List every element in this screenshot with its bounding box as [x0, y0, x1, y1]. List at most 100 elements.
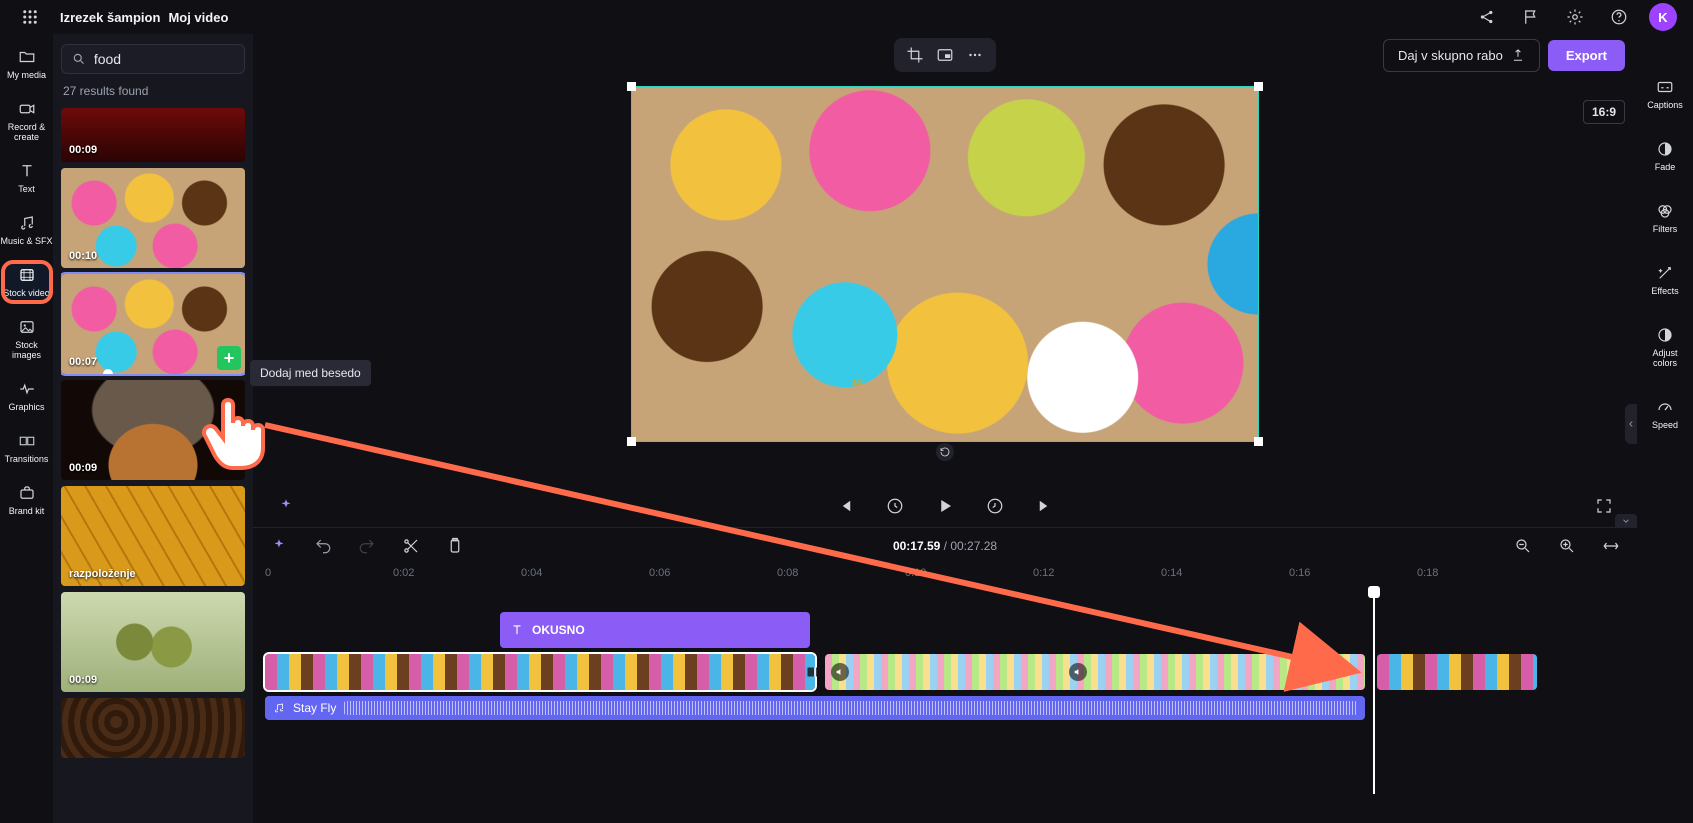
- fit-timeline-button[interactable]: [1597, 532, 1625, 560]
- rail-text[interactable]: Text: [3, 158, 51, 198]
- ellipsis-icon: [966, 46, 984, 64]
- share-link-button[interactable]: [1473, 3, 1501, 31]
- rail-label: Brand kit: [9, 506, 45, 516]
- crop-button[interactable]: [904, 44, 926, 66]
- rail-filters[interactable]: Filters: [1641, 198, 1689, 238]
- fullscreen-button[interactable]: [1591, 493, 1617, 519]
- auto-enhance-button[interactable]: [265, 532, 293, 560]
- avatar[interactable]: K: [1649, 3, 1677, 31]
- timecode-current: 00:17.59: [893, 539, 940, 553]
- zoom-in-button[interactable]: [1553, 532, 1581, 560]
- search-input[interactable]: [94, 51, 234, 67]
- video-clip-2[interactable]: [825, 654, 1365, 690]
- preview-stage[interactable]: ad: [631, 86, 1259, 442]
- text-icon: [18, 162, 36, 180]
- skip-back-icon: [836, 497, 854, 515]
- export-button[interactable]: Export: [1548, 40, 1625, 71]
- settings-button[interactable]: [1561, 3, 1589, 31]
- undo-button[interactable]: [309, 532, 337, 560]
- rail-music-sfx[interactable]: Music & SFX: [3, 210, 51, 250]
- resize-handle-br[interactable]: [1254, 437, 1263, 446]
- rail-effects[interactable]: Effects: [1641, 260, 1689, 300]
- step-back-button[interactable]: [882, 493, 908, 519]
- rail-stock-images[interactable]: Stock images: [3, 314, 51, 364]
- rail-graphics[interactable]: Graphics: [3, 376, 51, 416]
- resize-handle-tr[interactable]: [1254, 82, 1263, 91]
- feedback-button[interactable]: [1517, 3, 1545, 31]
- sparkle-icon: [277, 497, 295, 515]
- collapse-timeline-button[interactable]: [1615, 514, 1637, 528]
- ai-sparkle-button[interactable]: [273, 493, 299, 519]
- search-input-wrapper[interactable]: [61, 44, 245, 74]
- split-button[interactable]: [397, 532, 425, 560]
- trash-button[interactable]: [441, 532, 469, 560]
- more-button[interactable]: [964, 44, 986, 66]
- rail-record-create[interactable]: Record & create: [3, 96, 51, 146]
- add-to-timeline-button[interactable]: +: [217, 346, 241, 370]
- video-clip-1[interactable]: [265, 654, 815, 690]
- skip-end-button[interactable]: [1032, 493, 1058, 519]
- help-button[interactable]: [1605, 3, 1633, 31]
- stock-thumb[interactable]: [61, 698, 245, 758]
- redo-button[interactable]: [353, 532, 381, 560]
- share-button[interactable]: Daj v skupno rabo: [1383, 39, 1540, 72]
- skip-start-button[interactable]: [832, 493, 858, 519]
- stock-thumb[interactable]: 00:10: [61, 168, 245, 268]
- text-clip[interactable]: OKUSNO: [500, 612, 810, 648]
- image-icon: [18, 318, 36, 336]
- mute-chip[interactable]: [1069, 663, 1087, 681]
- ruler-tick: 0:04: [521, 567, 542, 579]
- stock-thumb[interactable]: razpoloženje: [61, 486, 245, 586]
- crop-icon: [906, 46, 924, 64]
- rail-fade[interactable]: Fade: [1641, 136, 1689, 176]
- play-button[interactable]: [932, 493, 958, 519]
- share-nodes-icon: [1478, 8, 1496, 26]
- rail-captions[interactable]: Captions: [1641, 74, 1689, 114]
- rotate-handle[interactable]: [936, 443, 954, 461]
- text-clip-label: OKUSNO: [532, 623, 585, 637]
- rail-label: Effects: [1651, 286, 1678, 296]
- resize-handle-tl[interactable]: [627, 82, 636, 91]
- scrub-knob[interactable]: [103, 369, 113, 374]
- mute-chip[interactable]: [831, 663, 849, 681]
- rail-transitions[interactable]: Transitions: [3, 428, 51, 468]
- step-fwd-button[interactable]: [982, 493, 1008, 519]
- transition-icon: [18, 432, 36, 450]
- app-menu-button[interactable]: [16, 3, 44, 31]
- thumb-duration: 00:09: [69, 462, 97, 474]
- breadcrumb-app[interactable]: Izrezek šampion: [60, 10, 160, 25]
- avatar-initial: K: [1658, 10, 1667, 25]
- rail-brand-kit[interactable]: Brand kit: [3, 480, 51, 520]
- resize-handle-bl[interactable]: [627, 437, 636, 446]
- ruler-tick: 0: [265, 567, 271, 579]
- rail-stock-video[interactable]: Stock video: [3, 262, 51, 302]
- captions-icon: [1656, 78, 1674, 96]
- scissors-icon: [402, 537, 420, 555]
- breadcrumb-project[interactable]: Moj video: [168, 10, 228, 25]
- rail-adjust-colors[interactable]: Adjust colors: [1641, 322, 1689, 372]
- stock-thumb[interactable]: 00:07 +: [61, 274, 245, 374]
- stock-thumb[interactable]: 00:09: [61, 108, 245, 162]
- playback-controls: [253, 485, 1637, 527]
- rail-label: My media: [7, 70, 46, 80]
- timeline: 00:17.59 / 00:27.28 0 0:02 0:04 0:06 0:0…: [253, 527, 1637, 823]
- transition-chip[interactable]: [805, 654, 825, 690]
- pip-button[interactable]: [934, 44, 956, 66]
- collapse-right-rail-button[interactable]: [1625, 404, 1637, 444]
- audio-waveform: [344, 701, 1357, 715]
- rail-speed[interactable]: Speed: [1641, 394, 1689, 434]
- zoom-out-button[interactable]: [1509, 532, 1537, 560]
- rail-label: Fade: [1655, 162, 1676, 172]
- rail-my-media[interactable]: My media: [3, 44, 51, 84]
- fade-icon: [1656, 140, 1674, 158]
- playhead[interactable]: [1373, 594, 1375, 794]
- music-icon: [273, 702, 285, 714]
- video-clip-3[interactable]: [1377, 654, 1537, 690]
- contrast-icon: [1656, 326, 1674, 344]
- zoom-out-icon: [1514, 537, 1532, 555]
- stock-thumb[interactable]: 00:09: [61, 592, 245, 692]
- rotate-icon: [939, 446, 951, 458]
- ruler-tick: 0:18: [1417, 567, 1438, 579]
- audio-clip[interactable]: Stay Fly: [265, 696, 1365, 720]
- timeline-ruler[interactable]: 0 0:02 0:04 0:06 0:08 0:10 0:12 0:14 0:1…: [265, 564, 1625, 586]
